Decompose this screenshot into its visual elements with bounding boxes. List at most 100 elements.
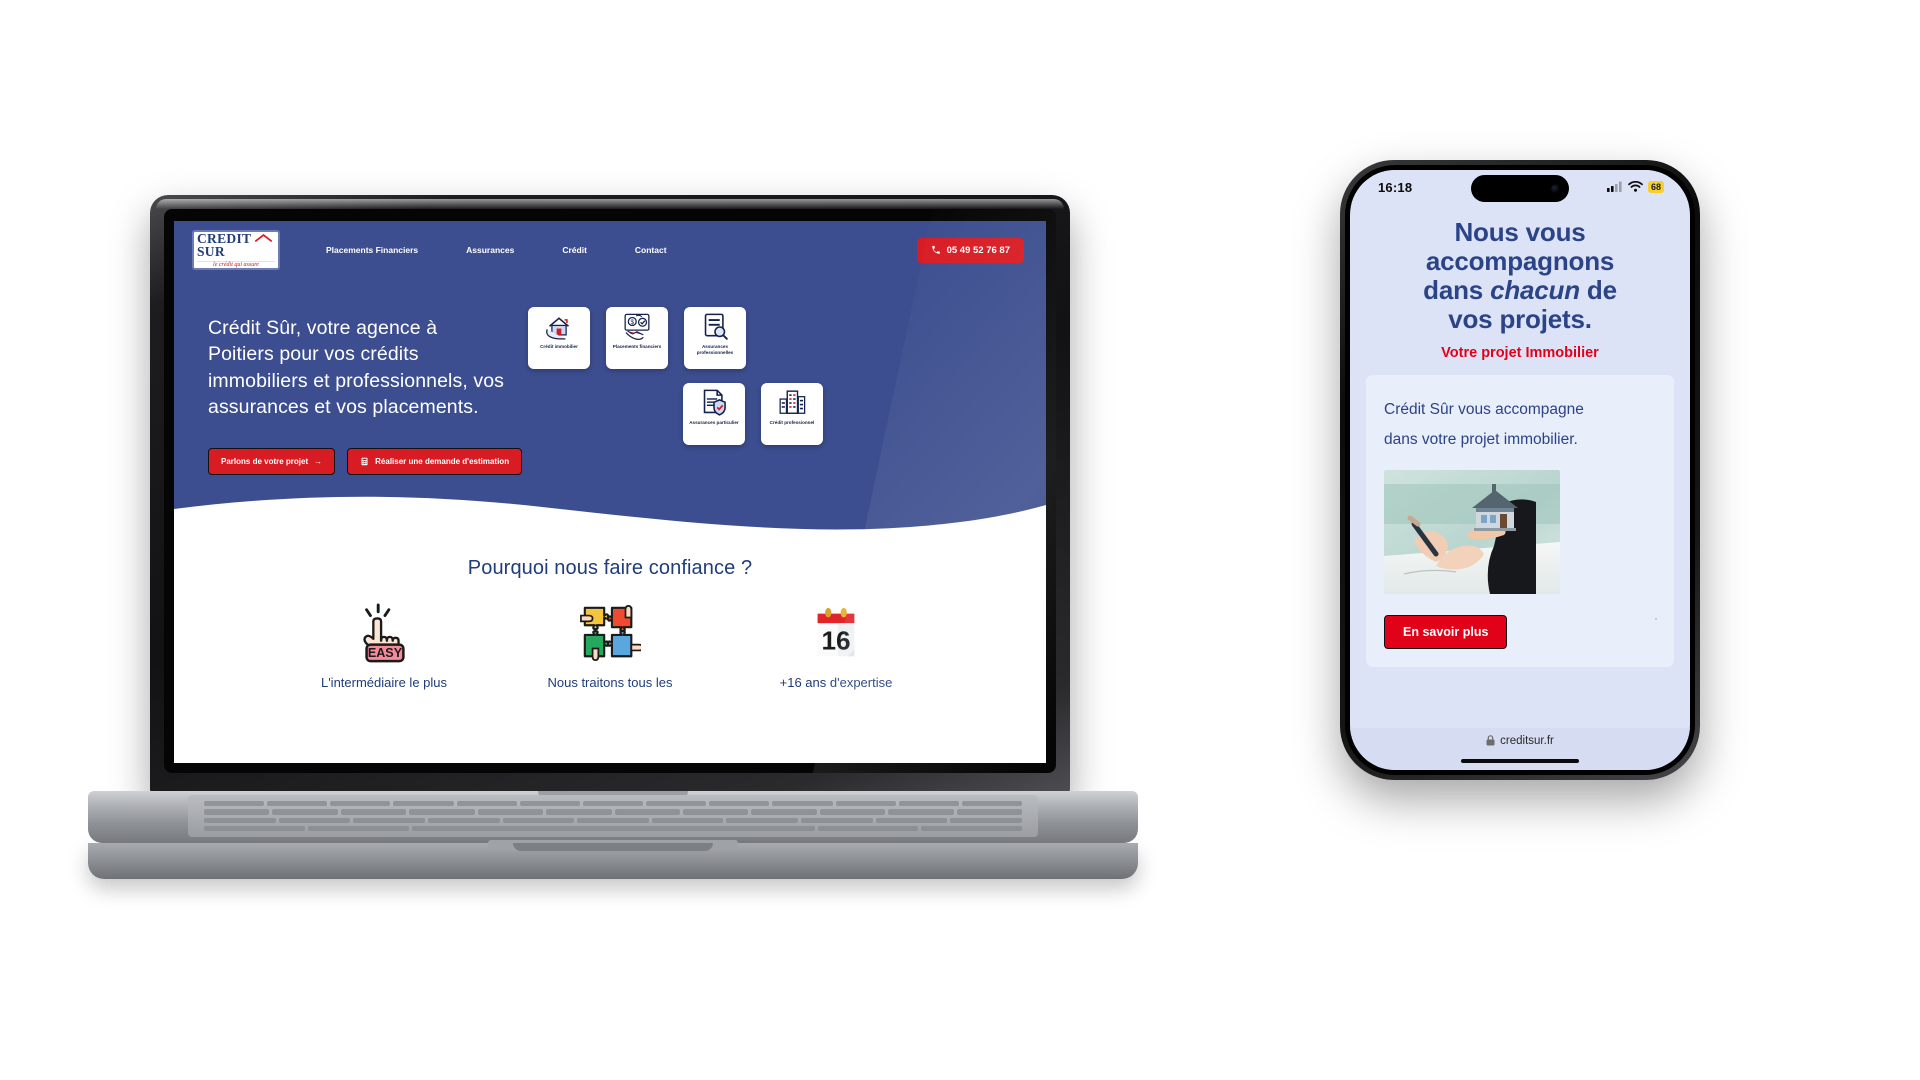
feature-label-traitons-tous: Nous traitons tous les xyxy=(547,675,673,691)
service-label-assurances-professionnelles: Assurances professionnelles xyxy=(696,344,734,355)
key xyxy=(477,809,544,815)
hero-service-cards: Crédit immobilier $ Placements financier… xyxy=(528,301,1012,475)
laptop-mockup: CREDIT SUR le crédit qui assure Placemen… xyxy=(88,195,1138,915)
key xyxy=(751,809,817,815)
key xyxy=(393,801,454,807)
phone-screen: 16:18 68 Nous vous accompagnons dans cha… xyxy=(1350,170,1690,770)
hero-wave-divider xyxy=(174,496,1046,540)
nav-phone-button[interactable]: 05 49 52 76 87 xyxy=(916,237,1024,263)
nav-link-assurances[interactable]: Assurances xyxy=(442,245,538,255)
nav-link-credit[interactable]: Crédit xyxy=(538,245,611,255)
key xyxy=(267,801,328,807)
document-search-icon xyxy=(704,313,728,340)
mobile-en-savoir-plus-button[interactable]: En savoir plus xyxy=(1384,615,1508,650)
key xyxy=(961,801,1023,807)
key-row xyxy=(204,817,1023,823)
key xyxy=(204,825,305,831)
mobile-heading-line2: accompagnons xyxy=(1425,246,1615,277)
logo-tagline: le crédit qui assure xyxy=(197,260,275,269)
site-navbar: CREDIT SUR le crédit qui assure Placemen… xyxy=(174,221,1046,279)
key xyxy=(330,801,391,807)
key xyxy=(456,801,517,807)
key xyxy=(835,801,896,807)
calculator-icon xyxy=(361,458,368,466)
mobile-heading-line3a: dans xyxy=(1423,275,1491,306)
key xyxy=(340,809,407,815)
service-card-row-1: Crédit immobilier $ Placements financier… xyxy=(528,307,1012,369)
laptop-keys xyxy=(198,799,1028,833)
easy-click-hand-icon: EASY xyxy=(363,603,405,663)
document-shield-icon xyxy=(703,389,726,416)
logo-roof-icon xyxy=(255,234,272,242)
key-row xyxy=(204,801,1023,807)
dynamic-island xyxy=(1471,175,1569,202)
service-card-credit-professionnel[interactable]: Crédit professionnel xyxy=(761,383,823,445)
laptop-bezel: CREDIT SUR le crédit qui assure Placemen… xyxy=(164,209,1056,773)
website-desktop: CREDIT SUR le crédit qui assure Placemen… xyxy=(174,221,1046,763)
nav-link-contact[interactable]: Contact xyxy=(611,245,691,255)
hero-body: Crédit Sûr, votre agence à Poitiers pour… xyxy=(174,279,1046,476)
mobile-heading-line3b: de xyxy=(1579,275,1617,306)
site-logo[interactable]: CREDIT SUR le crédit qui assure xyxy=(192,230,280,270)
key xyxy=(646,801,707,807)
mobile-project-card: Crédit Sûr vous accompagne dans votre pr… xyxy=(1366,375,1674,668)
mobile-card-ellipsis: · xyxy=(1654,611,1658,626)
mobile-heading-line1: Nous vous xyxy=(1454,217,1586,247)
key xyxy=(772,801,833,807)
money-handshake-icon: $ xyxy=(624,313,650,340)
svg-text:16: 16 xyxy=(821,626,850,656)
trust-feature-row: EASY L'intermédiaire le plus Nous traito… xyxy=(174,602,1046,692)
laptop-screen: CREDIT SUR le crédit qui assure Placemen… xyxy=(174,221,1046,763)
phone-status-bar: 16:18 68 xyxy=(1350,170,1690,204)
puzzle-hands-icon xyxy=(580,605,641,662)
house-in-hand-icon xyxy=(546,317,569,340)
key xyxy=(726,817,799,823)
key xyxy=(307,825,409,831)
mobile-card-text-line1: Crédit Sûr vous accompagne xyxy=(1384,401,1584,419)
feature-traitons-tous: Nous traitons tous les xyxy=(530,602,690,692)
key xyxy=(888,809,954,815)
key-row xyxy=(204,825,1022,831)
hero-section: CREDIT SUR le crédit qui assure Placemen… xyxy=(174,221,1046,540)
url-text: creditsur.fr xyxy=(1500,735,1554,747)
key xyxy=(651,817,724,823)
spacebar-key xyxy=(411,825,815,831)
key xyxy=(682,809,749,815)
key xyxy=(921,825,1022,831)
service-card-row-2: Assurances particulier Crédit profession… xyxy=(528,383,1012,445)
browser-url-bar[interactable]: creditsur.fr xyxy=(1350,728,1690,770)
arrow-right-icon: → xyxy=(314,457,323,467)
key xyxy=(427,817,500,823)
mobile-heading-emphasis: chacun xyxy=(1490,275,1580,306)
key xyxy=(204,817,276,823)
cta-parlons-projet-button[interactable]: Parlons de votre projet → xyxy=(208,448,336,476)
status-indicators: 68 xyxy=(1606,180,1664,194)
phone-frame-inner: 16:18 68 Nous vous accompagnons dans cha… xyxy=(1345,165,1695,775)
key xyxy=(577,817,649,823)
buildings-icon xyxy=(779,390,806,414)
key xyxy=(898,801,959,807)
key-row xyxy=(204,809,1023,815)
trust-section: Pourquoi nous faire confiance ? EASY L'i… xyxy=(174,539,1046,692)
key xyxy=(875,817,948,823)
wifi-icon xyxy=(1628,181,1643,193)
cta-estimation-label: Réaliser une demande d'estimation xyxy=(375,457,510,467)
phone-icon xyxy=(931,245,940,254)
laptop-lid: CREDIT SUR le crédit qui assure Placemen… xyxy=(150,195,1070,795)
service-card-credit-immobilier[interactable]: Crédit immobilier xyxy=(528,307,590,369)
key xyxy=(204,809,270,815)
nav-link-placements[interactable]: Placements Financiers xyxy=(302,245,442,255)
mobile-page-content: Nous vous accompagnons dans chacun de vo… xyxy=(1350,204,1690,668)
service-card-assurances-professionnelles[interactable]: Assurances professionnelles xyxy=(684,307,746,369)
navbar-links: Placements Financiers Assurances Crédit … xyxy=(302,245,691,255)
screenshot-stage: CREDIT SUR le crédit qui assure Placemen… xyxy=(0,0,1920,1080)
hero-left-column: Crédit Sûr, votre agence à Poitiers pour… xyxy=(208,301,523,476)
service-card-placements-financiers[interactable]: $ Placements financiers xyxy=(606,307,668,369)
cta-estimation-button[interactable]: Réaliser une demande d'estimation xyxy=(347,448,523,476)
mobile-subheading: Votre projet Immobilier xyxy=(1441,345,1599,362)
status-time: 16:18 xyxy=(1378,179,1413,195)
cellular-signal-icon xyxy=(1606,181,1622,193)
key xyxy=(950,817,1023,823)
mobile-heading-line4: vos projets. xyxy=(1448,304,1592,335)
service-card-assurances-particulier[interactable]: Assurances particulier xyxy=(683,383,745,445)
